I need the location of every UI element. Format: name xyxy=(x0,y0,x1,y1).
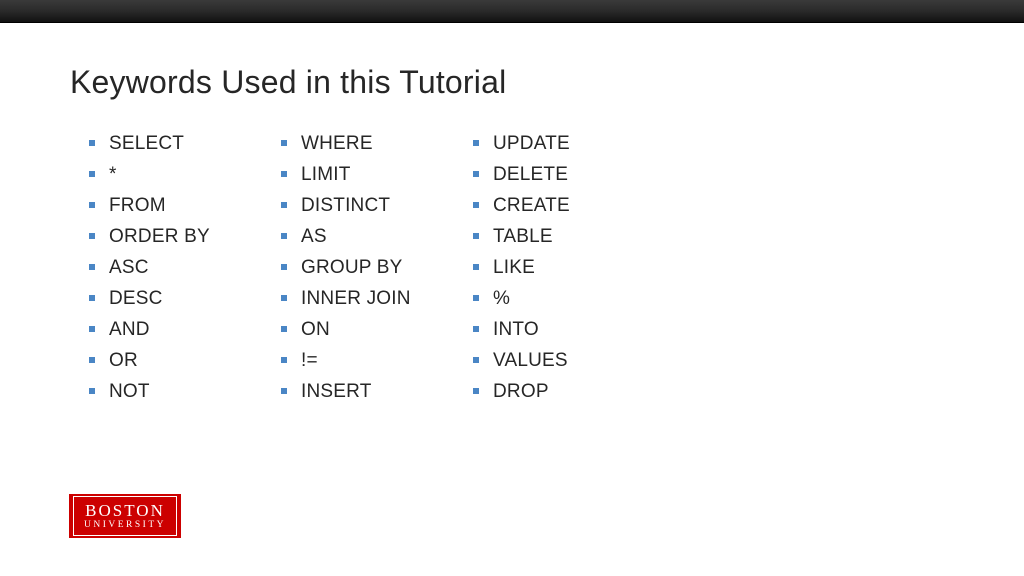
list-item: ASC xyxy=(85,252,253,283)
list-item: INSERT xyxy=(277,376,445,407)
keyword-list-1: SELECT * FROM ORDER BY ASC DESC AND OR N… xyxy=(85,128,253,407)
list-item: OR xyxy=(85,345,253,376)
list-item: GROUP BY xyxy=(277,252,445,283)
keyword-list-3: UPDATE DELETE CREATE TABLE LIKE % INTO V… xyxy=(469,128,637,407)
list-item: LIMIT xyxy=(277,159,445,190)
window-top-bar xyxy=(0,0,1024,23)
list-item: FROM xyxy=(85,190,253,221)
list-item: DELETE xyxy=(469,159,637,190)
list-item: DESC xyxy=(85,283,253,314)
list-item: INTO xyxy=(469,314,637,345)
list-item: DISTINCT xyxy=(277,190,445,221)
list-item: NOT xyxy=(85,376,253,407)
logo-frame: BOSTON UNIVERSITY xyxy=(73,496,177,536)
logo-text-line1: BOSTON xyxy=(85,502,165,519)
boston-university-logo: BOSTON UNIVERSITY xyxy=(69,494,181,538)
list-item: AND xyxy=(85,314,253,345)
list-item: SELECT xyxy=(85,128,253,159)
keyword-columns: SELECT * FROM ORDER BY ASC DESC AND OR N… xyxy=(85,128,637,407)
list-item: TABLE xyxy=(469,221,637,252)
list-item: AS xyxy=(277,221,445,252)
list-item: WHERE xyxy=(277,128,445,159)
logo-text-line2: UNIVERSITY xyxy=(84,521,166,531)
list-item: * xyxy=(85,159,253,190)
column-1: SELECT * FROM ORDER BY ASC DESC AND OR N… xyxy=(85,128,253,407)
list-item: LIKE xyxy=(469,252,637,283)
keyword-list-2: WHERE LIMIT DISTINCT AS GROUP BY INNER J… xyxy=(277,128,445,407)
column-3: UPDATE DELETE CREATE TABLE LIKE % INTO V… xyxy=(469,128,637,407)
list-item: ON xyxy=(277,314,445,345)
list-item: UPDATE xyxy=(469,128,637,159)
column-2: WHERE LIMIT DISTINCT AS GROUP BY INNER J… xyxy=(277,128,445,407)
list-item: VALUES xyxy=(469,345,637,376)
list-item: ORDER BY xyxy=(85,221,253,252)
list-item: % xyxy=(469,283,637,314)
list-item: != xyxy=(277,345,445,376)
slide-title: Keywords Used in this Tutorial xyxy=(70,64,506,101)
list-item: DROP xyxy=(469,376,637,407)
list-item: INNER JOIN xyxy=(277,283,445,314)
list-item: CREATE xyxy=(469,190,637,221)
slide-body: Keywords Used in this Tutorial SELECT * … xyxy=(0,22,1024,576)
